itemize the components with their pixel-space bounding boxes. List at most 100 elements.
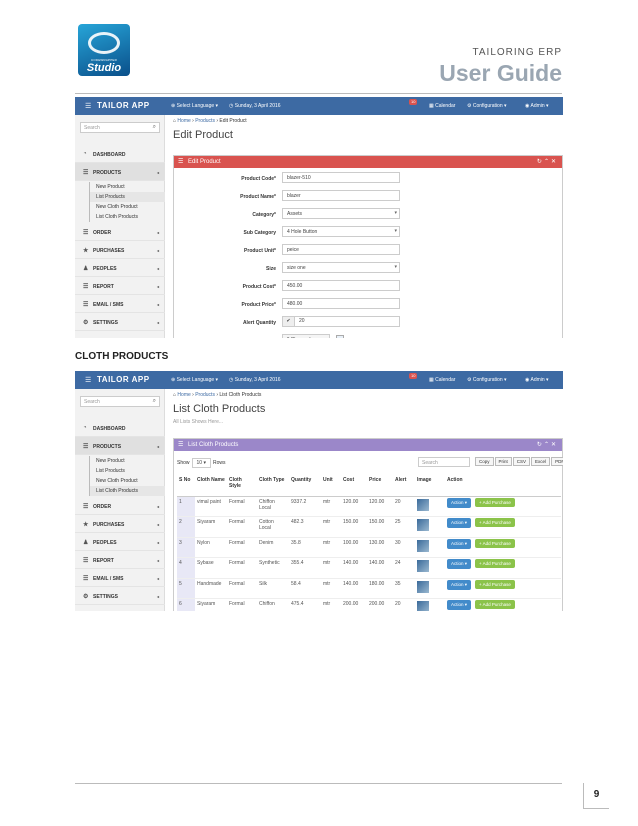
sidebar-item-email-sms[interactable]: ☰ EMAIL / SMS ◂ [75, 569, 165, 587]
sidebar-item-label: REPORT [93, 558, 114, 564]
column-header[interactable]: Quantity [289, 475, 321, 497]
menu-icon[interactable]: ☰ [85, 376, 91, 384]
sidebar-sub-new-cloth-product[interactable]: New Cloth Product [89, 476, 165, 486]
list-icon: ☰ [83, 230, 89, 236]
sidebar-item-order[interactable]: ☰ ORDER ◂ [75, 223, 165, 241]
table-search-input[interactable]: Search [418, 457, 470, 467]
refresh-icon[interactable]: ↻ [537, 442, 544, 448]
column-header[interactable]: Unit [321, 475, 341, 497]
sidebar-sub-new-cloth-product[interactable]: New Cloth Product [89, 202, 165, 212]
sidebar-sub-new-product[interactable]: New Product [89, 182, 165, 192]
sidebar-item-products[interactable]: ☰ PRODUCTS ◂ [75, 437, 165, 455]
column-header[interactable]: Cloth Type [257, 475, 289, 497]
input-field[interactable]: blazer-510 [282, 172, 400, 183]
column-header[interactable]: Alert [393, 475, 415, 497]
rows-label: Rows [212, 460, 226, 466]
column-header[interactable]: S No [177, 475, 195, 497]
pdf-button[interactable]: PDF [551, 457, 563, 466]
breadcrumb-home[interactable]: Home [177, 118, 190, 124]
close-icon[interactable]: ✕ [551, 442, 558, 448]
action-dropdown-button[interactable]: Action ▾ [447, 518, 472, 528]
excel-button[interactable]: Excel [531, 457, 551, 466]
breadcrumb-home[interactable]: Home [177, 392, 190, 398]
calendar-link[interactable]: ▦ Calendar [429, 377, 455, 383]
sidebar-search-input[interactable]: Search ⌕ [80, 396, 160, 407]
rows-select[interactable]: 10 ▾ [191, 458, 211, 468]
notification-badge[interactable]: 10 [409, 373, 418, 379]
sidebar-item-order[interactable]: ☰ ORDER ◂ [75, 497, 165, 515]
input-field[interactable]: peice [282, 244, 400, 255]
configuration-menu[interactable]: ⚙ Configuration ▾ [467, 377, 507, 383]
sidebar-item-email-sms[interactable]: ☰ EMAIL / SMS ◂ [75, 295, 165, 313]
select-field[interactable]: Assets [282, 208, 400, 219]
add-purchase-button[interactable]: + Add Purchase [475, 559, 515, 568]
csv-button[interactable]: CSV [512, 457, 531, 466]
breadcrumb-products[interactable]: Products [195, 118, 215, 124]
add-purchase-button[interactable]: + Add Purchase [475, 600, 515, 609]
configuration-menu[interactable]: ⚙ Configuration ▾ [467, 103, 507, 109]
collapse-icon[interactable]: ⌃ [544, 159, 551, 165]
action-dropdown-button[interactable]: Action ▾ [447, 559, 472, 569]
notification-badge[interactable]: 10 [409, 99, 418, 105]
admin-menu[interactable]: ◉ Admin ▾ [525, 377, 549, 383]
sidebar-item-report[interactable]: ☰ REPORT ◂ [75, 551, 165, 569]
sidebar-sub-new-product[interactable]: New Product [89, 456, 165, 466]
add-purchase-button[interactable]: + Add Purchase [475, 497, 515, 507]
sidebar-item-peoples[interactable]: ♟ PEOPLES ◂ [75, 259, 165, 277]
column-header[interactable]: Image [415, 475, 445, 497]
add-purchase-button[interactable]: + Add Purchase [475, 579, 515, 589]
app-brand[interactable]: TAILOR APP [97, 101, 150, 110]
sidebar-item-settings[interactable]: ⚙ SETTINGS ◂ [75, 313, 165, 331]
table-cell: Formal [227, 598, 257, 611]
column-header[interactable]: Action [445, 475, 561, 497]
sidebar-item-report[interactable]: ☰ REPORT ◂ [75, 277, 165, 295]
language-selector[interactable]: ⊕ Select Language ▾ [171, 103, 218, 109]
action-dropdown-button[interactable]: Action ▾ [447, 497, 472, 508]
sidebar-item-purchases[interactable]: ★ PURCHASES ◂ [75, 241, 165, 259]
action-dropdown-button[interactable]: Action ▾ [447, 600, 472, 610]
input-field[interactable]: ⤒ Choose Image [282, 334, 330, 338]
copy-button[interactable]: Copy [475, 457, 494, 466]
input-field[interactable]: 450.00 [282, 280, 400, 291]
sidebar-item-label: REPORT [93, 284, 114, 290]
collapse-icon[interactable]: ⌃ [544, 442, 551, 448]
language-selector[interactable]: ⊕ Select Language ▾ [171, 377, 218, 383]
add-purchase-button[interactable]: + Add Purchase [475, 538, 515, 548]
select-field[interactable]: size one [282, 262, 400, 273]
sidebar-item-settings[interactable]: ⚙ SETTINGS ◂ [75, 587, 165, 605]
sidebar-search-input[interactable]: Search ⌕ [80, 122, 160, 133]
app-brand[interactable]: TAILOR APP [97, 375, 150, 384]
sidebar-sub-list-products[interactable]: List Products [89, 192, 165, 202]
refresh-icon[interactable]: ↻ [537, 159, 544, 165]
checkbox-icon[interactable]: ✔ [283, 317, 295, 326]
input-field[interactable]: 480.00 [282, 298, 400, 309]
column-header[interactable]: Price [367, 475, 393, 497]
action-dropdown-button[interactable]: Action ▾ [447, 538, 472, 549]
sidebar-item-products[interactable]: ☰ PRODUCTS ◂ [75, 163, 165, 181]
print-button[interactable]: Print [494, 457, 512, 466]
breadcrumb-products[interactable]: Products [195, 392, 215, 398]
menu-icon[interactable]: ☰ [85, 102, 91, 110]
select-field[interactable]: 4 Hole Button [282, 226, 400, 237]
search-icon[interactable]: ⌕ [153, 398, 156, 405]
calendar-link[interactable]: ▦ Calendar [429, 103, 455, 109]
sidebar-sub-list-products[interactable]: List Products [89, 466, 165, 476]
close-icon[interactable]: ✕ [551, 159, 558, 165]
input-field[interactable]: ✔ 20 [282, 316, 400, 327]
add-purchase-button[interactable]: + Add Purchase [475, 518, 515, 527]
sidebar-sub-list-cloth-products[interactable]: List Cloth Products [89, 212, 165, 222]
search-icon[interactable]: ⌕ [153, 124, 156, 131]
sidebar-item-peoples[interactable]: ♟ PEOPLES ◂ [75, 533, 165, 551]
sidebar-item-purchases[interactable]: ★ PURCHASES ◂ [75, 515, 165, 533]
sidebar-item-dashboard[interactable]: ◔ DASHBOARD [75, 419, 165, 437]
action-dropdown-button[interactable]: Action ▾ [447, 579, 472, 590]
column-header[interactable]: Cost [341, 475, 367, 497]
star-icon: ★ [83, 522, 89, 528]
column-header[interactable]: Cloth Name [195, 475, 227, 497]
column-header[interactable]: Cloth Style [227, 475, 257, 497]
admin-menu[interactable]: ◉ Admin ▾ [525, 103, 549, 109]
sidebar-item-dashboard[interactable]: ◔ DASHBOARD [75, 145, 165, 163]
table-cell: Cotton Local [257, 516, 289, 538]
sidebar-sub-list-cloth-products[interactable]: List Cloth Products [89, 486, 165, 496]
input-field[interactable]: blazer [282, 190, 400, 201]
